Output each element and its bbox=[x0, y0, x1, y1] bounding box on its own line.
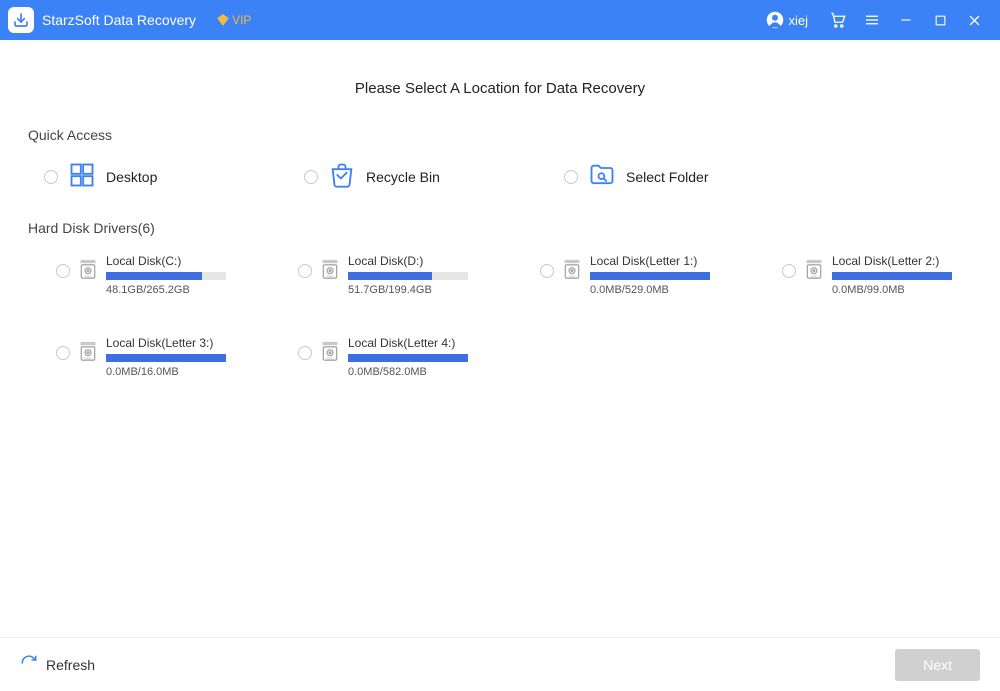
quick-access-label: Desktop bbox=[106, 169, 157, 185]
main-content: Please Select A Location for Data Recove… bbox=[0, 40, 1000, 378]
menu-button[interactable] bbox=[858, 6, 886, 34]
folder-search-icon bbox=[588, 161, 616, 192]
disk-name: Local Disk(Letter 2:) bbox=[832, 254, 952, 268]
disk-body: Local Disk(C:) 48.1GB/265.2GB bbox=[106, 254, 226, 296]
disk-usage-fill bbox=[106, 354, 226, 362]
disk-size: 0.0MB/99.0MB bbox=[832, 284, 952, 296]
disk-size: 48.1GB/265.2GB bbox=[106, 284, 226, 296]
disk-usage-bar bbox=[348, 354, 468, 362]
disk-name: Local Disk(Letter 1:) bbox=[590, 254, 710, 268]
ssd-drive-icon: SSD bbox=[320, 340, 340, 365]
quick-access-desktop[interactable]: Desktop bbox=[44, 161, 264, 192]
radio-icon bbox=[298, 346, 312, 360]
radio-icon bbox=[298, 264, 312, 278]
radio-icon bbox=[304, 170, 318, 184]
quick-access-heading: Quick Access bbox=[28, 127, 972, 143]
page-headline: Please Select A Location for Data Recove… bbox=[28, 80, 972, 97]
disk-name: Local Disk(C:) bbox=[106, 254, 226, 268]
disk-usage-fill bbox=[348, 354, 468, 362]
minimize-button[interactable] bbox=[892, 6, 920, 34]
maximize-button[interactable] bbox=[926, 6, 954, 34]
disk-size: 0.0MB/582.0MB bbox=[348, 366, 468, 378]
ssd-drive-icon: SSD bbox=[320, 258, 340, 283]
radio-icon bbox=[56, 346, 70, 360]
ssd-drive-icon: SSD bbox=[562, 258, 582, 283]
disk-item[interactable]: SSD Local Disk(Letter 1:) 0.0MB/529.0MB bbox=[540, 254, 770, 296]
disk-body: Local Disk(Letter 2:) 0.0MB/99.0MB bbox=[832, 254, 952, 296]
disk-item[interactable]: SSD Local Disk(C:) 48.1GB/265.2GB bbox=[56, 254, 286, 296]
disk-body: Local Disk(Letter 3:) 0.0MB/16.0MB bbox=[106, 336, 226, 378]
app-logo bbox=[8, 7, 34, 33]
disk-item[interactable]: SSD Local Disk(Letter 2:) 0.0MB/99.0MB bbox=[782, 254, 1000, 296]
radio-icon bbox=[540, 264, 554, 278]
refresh-icon bbox=[20, 654, 38, 675]
radio-icon bbox=[782, 264, 796, 278]
disk-size: 51.7GB/199.4GB bbox=[348, 284, 468, 296]
quick-access-label: Select Folder bbox=[626, 169, 708, 185]
desktop-icon bbox=[68, 161, 96, 192]
quick-access-row: Desktop Recycle Bin Select Folder bbox=[28, 161, 972, 192]
titlebar: StarzSoft Data Recovery VIP xiej bbox=[0, 0, 1000, 40]
svg-text:SSD: SSD bbox=[569, 275, 576, 279]
disk-size: 0.0MB/529.0MB bbox=[590, 284, 710, 296]
refresh-label: Refresh bbox=[46, 657, 95, 673]
svg-text:SSD: SSD bbox=[811, 275, 818, 279]
radio-icon bbox=[56, 264, 70, 278]
disk-body: Local Disk(D:) 51.7GB/199.4GB bbox=[348, 254, 468, 296]
radio-icon bbox=[44, 170, 58, 184]
quick-access-recycle-bin[interactable]: Recycle Bin bbox=[304, 161, 524, 192]
close-button[interactable] bbox=[960, 6, 988, 34]
disk-usage-fill bbox=[832, 272, 952, 280]
app-title: StarzSoft Data Recovery bbox=[42, 12, 196, 28]
svg-text:SSD: SSD bbox=[327, 357, 334, 361]
disk-usage-fill bbox=[106, 272, 202, 280]
vip-label: VIP bbox=[232, 13, 251, 27]
user-name: xiej bbox=[788, 13, 808, 28]
disk-usage-bar bbox=[106, 354, 226, 362]
svg-text:SSD: SSD bbox=[85, 357, 92, 361]
recycle-bin-icon bbox=[328, 161, 356, 192]
footer: Refresh Next bbox=[0, 637, 1000, 691]
disks-grid: SSD Local Disk(C:) 48.1GB/265.2GB SSD Local … bbox=[28, 254, 972, 378]
disk-usage-bar bbox=[832, 272, 952, 280]
ssd-drive-icon: SSD bbox=[804, 258, 824, 283]
disk-name: Local Disk(Letter 3:) bbox=[106, 336, 226, 350]
disk-item[interactable]: SSD Local Disk(D:) 51.7GB/199.4GB bbox=[298, 254, 528, 296]
ssd-drive-icon: SSD bbox=[78, 258, 98, 283]
quick-access-select-folder[interactable]: Select Folder bbox=[564, 161, 784, 192]
svg-text:SSD: SSD bbox=[327, 275, 334, 279]
titlebar-left: StarzSoft Data Recovery VIP bbox=[8, 7, 251, 33]
radio-icon bbox=[564, 170, 578, 184]
disk-size: 0.0MB/16.0MB bbox=[106, 366, 226, 378]
disk-usage-fill bbox=[348, 272, 432, 280]
refresh-button[interactable]: Refresh bbox=[20, 654, 95, 675]
cart-button[interactable] bbox=[824, 6, 852, 34]
disk-usage-bar bbox=[106, 272, 226, 280]
ssd-drive-icon: SSD bbox=[78, 340, 98, 365]
vip-badge: VIP bbox=[216, 13, 251, 27]
disk-name: Local Disk(D:) bbox=[348, 254, 468, 268]
quick-access-label: Recycle Bin bbox=[366, 169, 440, 185]
next-button[interactable]: Next bbox=[895, 649, 980, 681]
disk-item[interactable]: SSD Local Disk(Letter 4:) 0.0MB/582.0MB bbox=[298, 336, 528, 378]
disk-usage-bar bbox=[348, 272, 468, 280]
titlebar-right: xiej bbox=[766, 6, 988, 34]
user-area[interactable]: xiej bbox=[766, 11, 808, 29]
disk-body: Local Disk(Letter 4:) 0.0MB/582.0MB bbox=[348, 336, 468, 378]
hard-disk-heading: Hard Disk Drivers(6) bbox=[28, 220, 972, 236]
disk-item[interactable]: SSD Local Disk(Letter 3:) 0.0MB/16.0MB bbox=[56, 336, 286, 378]
disk-name: Local Disk(Letter 4:) bbox=[348, 336, 468, 350]
disk-usage-fill bbox=[590, 272, 710, 280]
svg-text:SSD: SSD bbox=[85, 275, 92, 279]
disk-usage-bar bbox=[590, 272, 710, 280]
disk-body: Local Disk(Letter 1:) 0.0MB/529.0MB bbox=[590, 254, 710, 296]
